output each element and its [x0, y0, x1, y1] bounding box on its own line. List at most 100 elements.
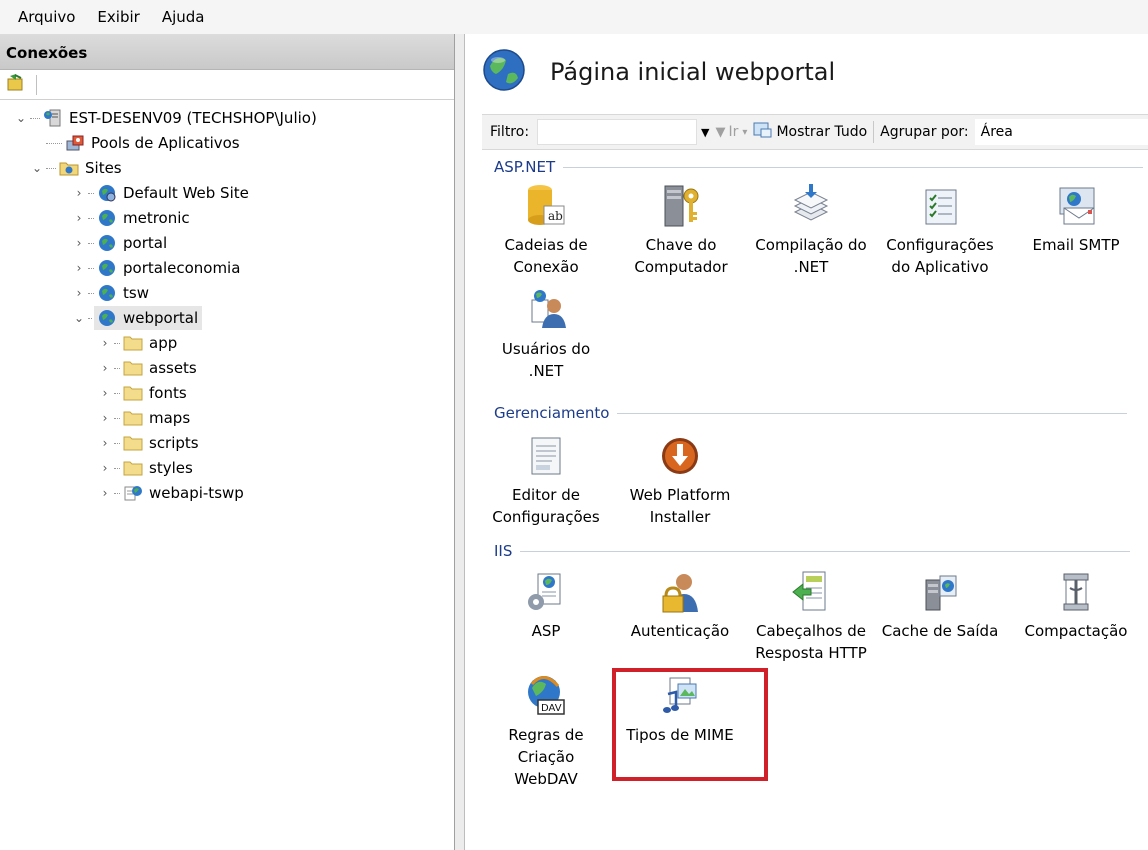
feature-label: Email SMTP [1032, 236, 1120, 254]
chevron-right-icon[interactable]: › [98, 336, 112, 350]
web-application-icon [122, 482, 144, 504]
sites-folder-icon [58, 157, 80, 179]
server-icon [42, 107, 64, 129]
tree-item-styles[interactable]: › styles [98, 456, 193, 480]
feature-label: Computador [634, 258, 728, 276]
feature-label: Chave do [645, 236, 717, 254]
authentication-icon [656, 568, 704, 616]
chevron-right-icon[interactable]: › [98, 461, 112, 475]
connection-strings-icon: ab [522, 182, 570, 230]
globe-icon [96, 182, 118, 204]
show-all-label: Mostrar Tudo [776, 124, 868, 140]
feature-configuration-editor[interactable]: Editor de Configurações [486, 432, 606, 528]
menu-exibir[interactable]: Exibir [97, 8, 139, 26]
feature-connection-strings[interactable]: ab Cadeias de Conexão [486, 182, 606, 278]
tree-item-webportal[interactable]: ⌄ webportal [72, 306, 203, 330]
tree-item-webapi-tswp[interactable]: › webapi-tswp [98, 481, 244, 505]
feature-compression[interactable]: Compactação [1016, 568, 1136, 642]
features-panel: Página inicial webportal Filtro: ▼ ▼ Ir … [466, 34, 1148, 850]
connections-toolbar [0, 70, 454, 100]
globe-icon [96, 257, 118, 279]
feature-machine-key[interactable]: Chave do Computador [621, 182, 741, 278]
group-by-select[interactable]: Área [974, 119, 1148, 145]
globe-icon [96, 282, 118, 304]
tree-item-scripts[interactable]: › scripts [98, 431, 199, 455]
feature-http-response-headers[interactable]: Cabeçalhos de Resposta HTTP [751, 568, 871, 664]
go-button[interactable]: ▼ Ir ▾ [716, 124, 748, 140]
filter-dropdown-arrow[interactable]: ▼ [701, 126, 709, 139]
tree-item-metronic[interactable]: › metronic [72, 206, 190, 230]
group-by-label: Agrupar por: [880, 124, 969, 140]
tree-item-portaleconomia[interactable]: › portaleconomia [72, 256, 241, 280]
feature-label: Conexão [513, 258, 579, 276]
machine-key-icon [657, 182, 705, 230]
feature-authentication[interactable]: Autenticação [620, 568, 740, 642]
chevron-right-icon[interactable]: › [98, 361, 112, 375]
feature-net-compilation[interactable]: Compilação do .NET [751, 182, 871, 278]
folder-icon [122, 382, 144, 404]
tree-item-app-pools[interactable]: Pools de Aplicativos [44, 131, 240, 155]
net-compilation-icon [787, 182, 835, 230]
chevron-down-icon[interactable]: ⌄ [30, 161, 44, 175]
tree-item-label: metronic [123, 209, 190, 227]
feature-label: Cadeias de [504, 236, 588, 254]
feature-webdav-authoring-rules[interactable]: DAV Regras de Criação WebDAV [486, 672, 606, 790]
chevron-right-icon[interactable]: › [72, 261, 86, 275]
menu-ajuda[interactable]: Ajuda [162, 8, 205, 26]
menu-bar: Arquivo Exibir Ajuda [0, 0, 1148, 34]
section-aspnet[interactable]: ASP.NET [494, 158, 1144, 176]
webdav-icon: DAV [522, 672, 570, 720]
tree-item-label: Pools de Aplicativos [91, 134, 240, 152]
tree-item-assets[interactable]: › assets [98, 356, 197, 380]
tree-item-label: scripts [149, 434, 199, 452]
chevron-right-icon[interactable]: › [72, 186, 86, 200]
tree-item-label: webportal [123, 309, 199, 327]
menu-arquivo[interactable]: Arquivo [18, 8, 75, 26]
chevron-right-icon[interactable]: › [72, 286, 86, 300]
connect-icon[interactable] [6, 73, 26, 97]
connections-panel: Conexões ⌄ EST-DESENV09 (TECHSHOP\Julio)… [0, 34, 455, 850]
chevron-right-icon[interactable]: › [98, 386, 112, 400]
filter-label: Filtro: [490, 124, 530, 140]
panel-splitter[interactable] [455, 34, 465, 850]
chevron-right-icon[interactable]: › [98, 436, 112, 450]
chevron-right-icon[interactable]: › [72, 236, 86, 250]
tree-item-server[interactable]: ⌄ EST-DESENV09 (TECHSHOP\Julio) [14, 106, 317, 130]
feature-asp[interactable]: ASP [486, 568, 606, 642]
highlight-box [612, 668, 768, 781]
tree-item-portal[interactable]: › portal [72, 231, 168, 255]
filter-input[interactable] [537, 119, 698, 145]
chevron-down-icon[interactable]: ⌄ [14, 111, 28, 125]
tree-item-app[interactable]: › app [98, 331, 178, 355]
feature-label: Regras de [508, 726, 584, 744]
show-all-button[interactable]: Mostrar Tudo [753, 121, 867, 143]
chevron-right-icon[interactable]: › [72, 211, 86, 225]
section-management[interactable]: Gerenciamento [494, 404, 1128, 422]
page-title: Página inicial webportal [550, 58, 836, 86]
tree-item-sites[interactable]: ⌄ Sites [30, 156, 122, 180]
feature-label: .NET [793, 258, 829, 276]
chevron-right-icon[interactable]: › [98, 411, 112, 425]
net-users-icon [522, 286, 570, 334]
asp-icon [522, 568, 570, 616]
section-iis[interactable]: IIS [494, 542, 1131, 560]
section-title: Gerenciamento [494, 404, 610, 422]
tree-item-default-web-site[interactable]: › Default Web Site [72, 181, 249, 205]
feature-net-users[interactable]: Usuários do .NET [486, 286, 606, 382]
feature-label: Resposta HTTP [755, 644, 867, 662]
globe-icon [96, 207, 118, 229]
app-pool-icon [64, 132, 86, 154]
feature-web-platform-installer[interactable]: Web Platform Installer [620, 432, 740, 528]
chevron-down-icon[interactable]: ⌄ [72, 311, 86, 325]
folder-icon [122, 357, 144, 379]
feature-app-settings[interactable]: Configurações do Aplicativo [880, 182, 1000, 278]
feature-smtp-email[interactable]: Email SMTP [1016, 182, 1136, 256]
connections-header: Conexões [0, 34, 454, 70]
feature-output-cache[interactable]: Cache de Saída [880, 568, 1000, 642]
tree-item-fonts[interactable]: › fonts [98, 381, 187, 405]
feature-label: ASP [531, 622, 561, 640]
tree-item-maps[interactable]: › maps [98, 406, 191, 430]
chevron-right-icon[interactable]: › [98, 486, 112, 500]
toolbar-separator [36, 74, 37, 95]
tree-item-tsw[interactable]: › tsw [72, 281, 149, 305]
